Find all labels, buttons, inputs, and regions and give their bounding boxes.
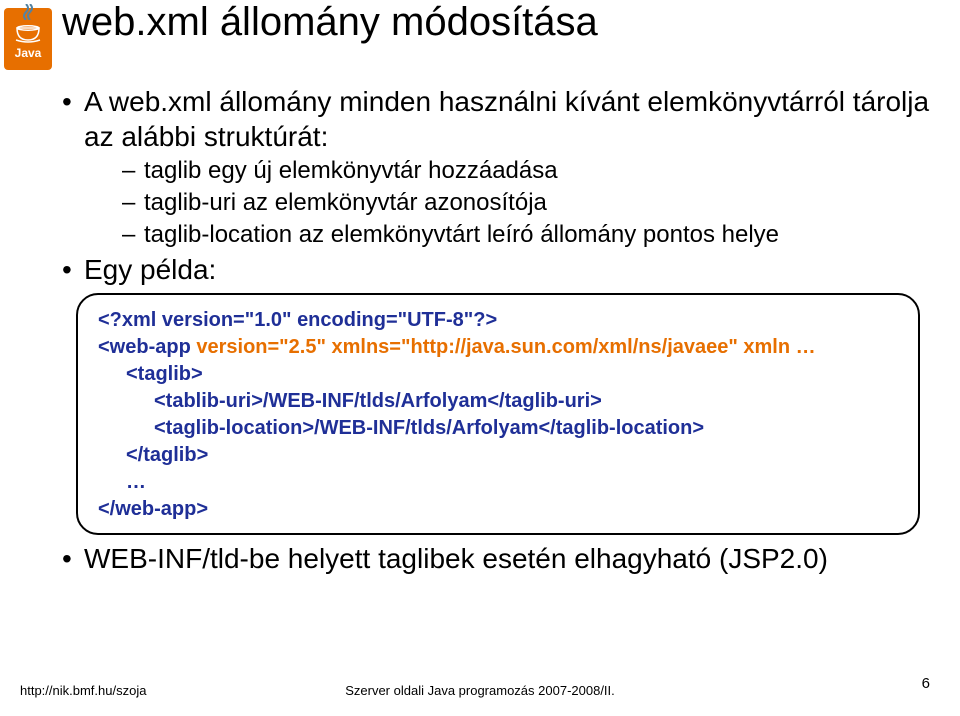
footer-url: http://nik.bmf.hu/szoja	[20, 683, 146, 698]
code-line-1: <?xml version="1.0" encoding="UTF-8"?>	[98, 307, 898, 334]
code-line-2: <web-app version="2.5" xmlns="http://jav…	[98, 334, 898, 361]
code-line-3: <taglib>	[98, 361, 898, 388]
code-line-8: </web-app>	[98, 496, 898, 523]
code-line-4: <tablib-uri>/WEB-INF/tlds/Arfolyam</tagl…	[98, 388, 898, 415]
coffee-cup-icon	[13, 18, 43, 44]
bullet-3: WEB-INF/tld-be helyett taglibek esetén e…	[62, 541, 930, 576]
code-example-box: <?xml version="1.0" encoding="UTF-8"?> <…	[76, 293, 920, 535]
page-title: web.xml állomány módosítása	[62, 0, 598, 45]
java-logo: Java	[4, 8, 52, 70]
bullet-2: Egy példa:	[62, 252, 930, 287]
code-line-6: </taglib>	[98, 442, 898, 469]
logo-text: Java	[15, 46, 42, 60]
bullet-1a: taglib egy új elemkönyvtár hozzáadása	[62, 156, 930, 186]
page-number: 6	[922, 675, 930, 692]
code-tag: <web-app	[98, 336, 196, 358]
code-line-7: …	[98, 469, 898, 496]
bullet-1: A web.xml állomány minden használni kívá…	[62, 84, 930, 154]
bullet-1c: taglib-location az elemkönyvtárt leíró á…	[62, 220, 930, 250]
bullet-1b: taglib-uri az elemkönyvtár azonosítója	[62, 188, 930, 218]
slide-content: A web.xml állomány minden használni kívá…	[62, 84, 930, 578]
footer-center: Szerver oldali Java programozás 2007-200…	[345, 683, 615, 698]
steam-icon	[21, 4, 35, 20]
code-line-5: <taglib-location>/WEB-INF/tlds/Arfolyam<…	[98, 415, 898, 442]
code-attrs: version="2.5" xmlns="http://java.sun.com…	[196, 336, 815, 358]
